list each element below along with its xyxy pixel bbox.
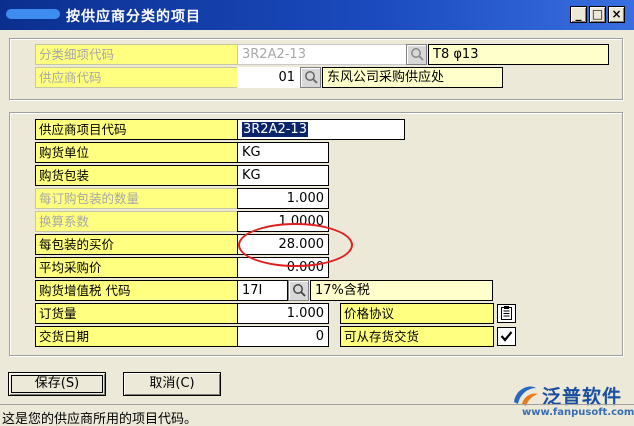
supplier-code-field[interactable]: 01 [237,67,300,88]
vat-code-field[interactable]: 17I [237,280,288,301]
price-agreement-button[interactable] [497,304,516,323]
purchase-pack-field[interactable]: KG [237,165,329,186]
category-description: T8 φ13 [428,44,609,65]
window-title: 按供应商分类的项目 [66,9,201,25]
lead-days-label: 交货日期 [35,326,241,347]
vat-code-label: 购货增值税 代码 [35,280,241,301]
vat-description: 17%含税 [310,280,493,301]
search-icon [293,284,306,297]
purchase-pack-label: 购货包装 [35,165,241,186]
price-agreement-label: 价格协议 [340,303,494,324]
item-code-label: 供应商项目代码 [35,119,241,140]
supplier-lookup-button[interactable] [300,67,321,88]
checkmark-icon [500,331,513,342]
lead-days-field[interactable]: 0 [237,326,329,347]
search-icon [411,48,424,61]
avg-price-label: 平均采购价 [35,257,241,278]
order-qty-label: 订货量 [35,303,241,324]
maximize-button[interactable]: □ [589,6,606,23]
conversion-label: 换算系数 [35,211,241,232]
qty-per-pack-label: 每订购包装的数量 [35,188,241,209]
item-code-field[interactable]: 3R2A2-13 [237,119,405,140]
purchase-unit-field[interactable]: KG [237,142,329,163]
minimize-button[interactable]: _ [570,6,587,23]
category-code-field[interactable]: 3R2A2-13 [237,44,407,65]
price-per-pack-label: 每包装的买价 [35,234,241,255]
stock-delivery-checkbox[interactable] [497,327,516,346]
category-code-label: 分类细项代码 [35,44,241,65]
document-icon [501,306,512,320]
close-button[interactable]: × [608,6,625,23]
stock-delivery-label: 可从存货交货 [340,326,494,347]
title-bar: 按供应商分类的项目 _ □ × [0,0,634,30]
order-qty-field[interactable]: 1.000 [237,303,329,324]
cancel-button[interactable]: 取消(C) [123,372,221,396]
search-icon [305,71,318,84]
annotation-ellipse [238,223,353,267]
header-panel: 分类细项代码 3R2A2-13 T8 φ13 供应商代码 01 东风公司采购供应… [9,38,623,100]
supplier-description: 东风公司采购供应处 [322,67,503,88]
vat-lookup-button[interactable] [288,280,309,301]
save-button[interactable]: 保存(S) [8,372,106,396]
qty-per-pack-field[interactable]: 1.000 [237,188,329,209]
status-bar: 这是您的供应商所用的项目代码。 [0,404,634,426]
status-text: 这是您的供应商所用的项目代码。 [2,412,198,426]
category-lookup-button[interactable] [406,44,427,65]
purchase-unit-label: 购货单位 [35,142,241,163]
app-icon [6,9,60,19]
supplier-code-label: 供应商代码 [35,67,241,88]
